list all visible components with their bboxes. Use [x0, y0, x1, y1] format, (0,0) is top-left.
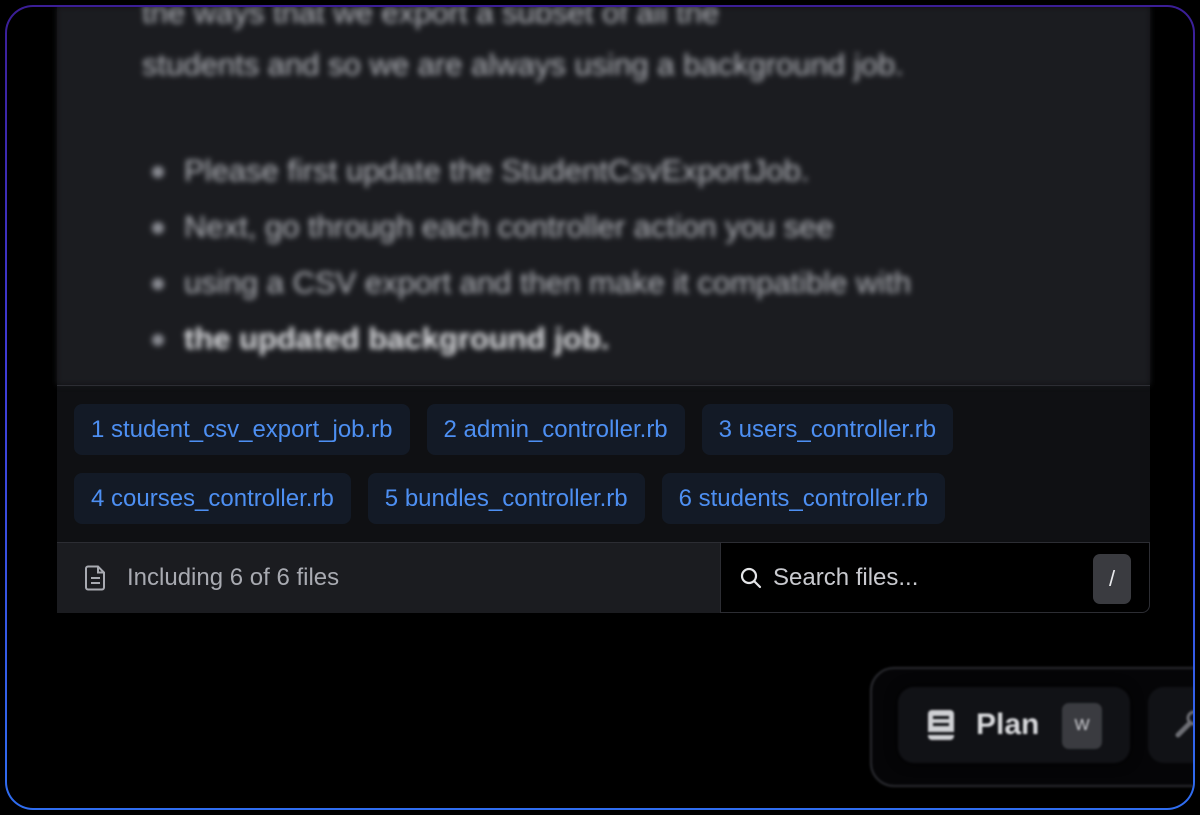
message-bullet-continuation: using a CSV export and then make it comp…: [152, 255, 911, 311]
file-chip[interactable]: 3 users_controller.rb: [701, 404, 954, 455]
message-bullet: Next, go through each controller action …: [152, 199, 911, 255]
search-icon: [740, 567, 762, 588]
file-chip-row: 1 student_csv_export_job.rb 2 admin_cont…: [74, 404, 1134, 455]
divider: [57, 385, 1150, 386]
plan-mode-button[interactable]: Plan W: [898, 687, 1130, 763]
file-chip-list: 1 student_csv_export_job.rb 2 admin_cont…: [74, 404, 1134, 542]
message-line: the ways that we export a subset of all …: [142, 7, 720, 30]
mode-toolbar: Plan W: [870, 667, 1193, 787]
wrench-icon: [1175, 710, 1193, 738]
tool-mode-button[interactable]: [1148, 687, 1193, 763]
file-chip-row: 4 courses_controller.rb 5 bundles_contro…: [74, 473, 1134, 524]
file-chip[interactable]: 1 student_csv_export_job.rb: [74, 404, 410, 455]
file-search: /: [720, 543, 1150, 613]
included-files-summary: Including 6 of 6 files: [57, 543, 720, 613]
message-content: the ways that we export a subset of all …: [57, 7, 1150, 385]
search-files-input[interactable]: [773, 563, 1073, 592]
file-chip[interactable]: 4 courses_controller.rb: [74, 473, 351, 524]
message-bullet-continuation: the updated background job.: [152, 311, 911, 367]
plan-mode-label: Plan: [976, 708, 1040, 741]
plan-shortcut-key: W: [1062, 703, 1102, 749]
file-chip[interactable]: 2 admin_controller.rb: [426, 404, 685, 455]
notebook-icon: [928, 710, 954, 740]
message-bullet: Please first update the StudentCsvExport…: [152, 143, 911, 199]
file-chip[interactable]: 6 students_controller.rb: [661, 473, 946, 524]
file-footer: Including 6 of 6 files /: [57, 542, 1150, 613]
search-shortcut-key: /: [1093, 554, 1131, 604]
message-line: students and so we are always using a ba…: [142, 47, 904, 82]
document-icon: [85, 565, 105, 591]
included-files-text: Including 6 of 6 files: [127, 564, 340, 591]
message-bullet-list: Please first update the StudentCsvExport…: [152, 143, 911, 367]
file-chip[interactable]: 5 bundles_controller.rb: [367, 473, 645, 524]
composer-panel: the ways that we export a subset of all …: [57, 7, 1150, 613]
app-window: the ways that we export a subset of all …: [5, 5, 1195, 810]
